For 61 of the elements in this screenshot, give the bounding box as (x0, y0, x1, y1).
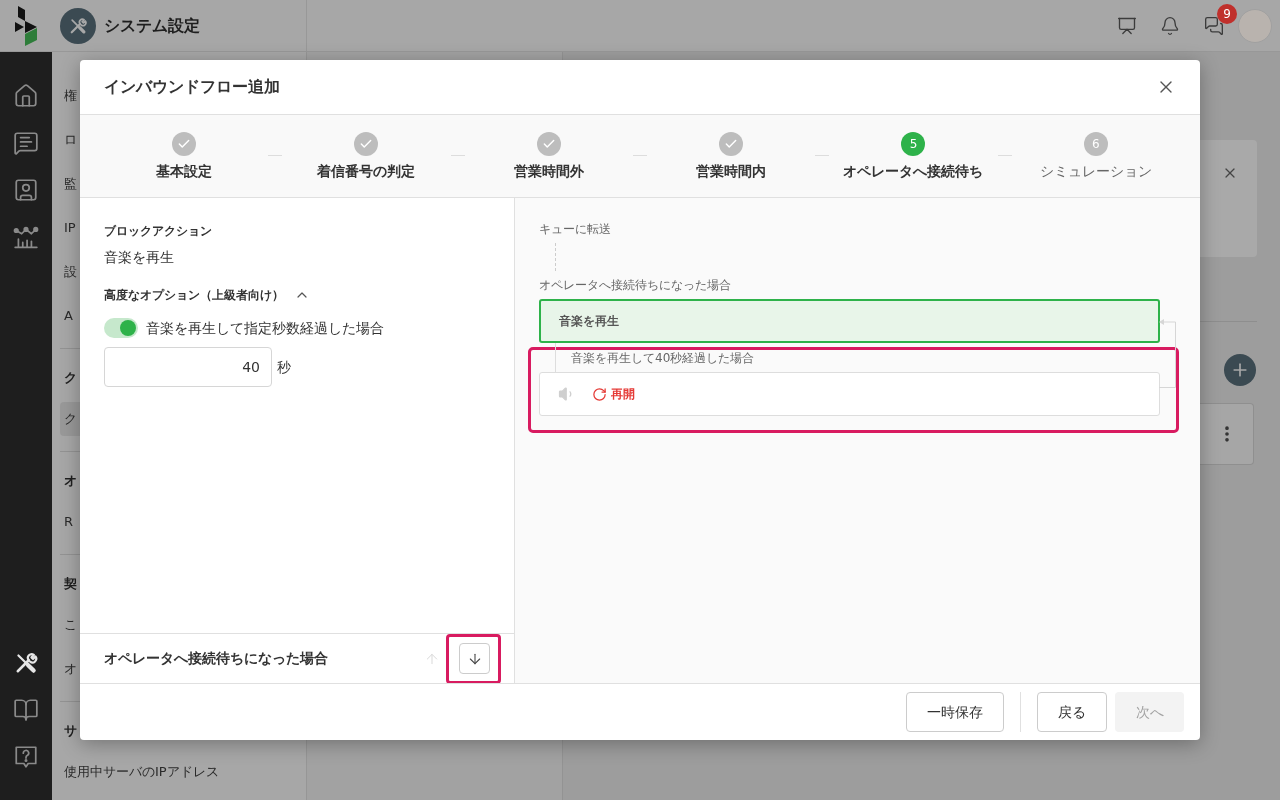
menu-heading: ク (64, 369, 77, 388)
toggle-label: 音楽を再生して指定秒数経過した場合 (146, 319, 384, 338)
step-label: 基本設定 (156, 162, 213, 180)
chat-icon[interactable] (1204, 15, 1224, 36)
branch-label: 音楽を再生して40秒経過した場合 (571, 350, 755, 366)
menu-item[interactable]: 設 (60, 255, 80, 289)
field-label: ブロックアクション (104, 223, 213, 239)
add-icon[interactable] (1224, 354, 1256, 386)
step-number: 5 (901, 132, 926, 156)
menu-item[interactable]: R (60, 505, 80, 539)
dialog-title: インバウンドフロー追加 (104, 76, 280, 98)
menu-heading: サ (64, 722, 77, 741)
menu-item[interactable]: こ (60, 608, 80, 642)
move-down-button[interactable] (459, 643, 490, 674)
menu-heading: オ (64, 472, 77, 491)
notification-icon[interactable] (1160, 15, 1180, 36)
step-label: 着信番号の判定 (317, 162, 416, 180)
unit-label: 秒 (277, 357, 291, 377)
tools-badge-icon (60, 7, 96, 44)
help-icon[interactable] (13, 743, 39, 770)
step-label: 営業時間内 (696, 162, 767, 180)
refresh-icon (592, 386, 607, 402)
action-label: 再開 (611, 386, 635, 403)
menu-item[interactable]: 監 (60, 167, 80, 201)
menu-item[interactable]: ク (60, 402, 80, 436)
page-title: システム設定 (104, 14, 200, 37)
check-icon (724, 137, 739, 151)
check-icon (177, 137, 192, 151)
presentation-board-icon[interactable] (1117, 15, 1137, 36)
step-label: 営業時間外 (513, 162, 584, 180)
dashed-connector (555, 243, 556, 271)
step-number: 6 (1083, 132, 1108, 156)
loop-arrow (1159, 317, 1177, 389)
menu-item[interactable]: 権 (60, 79, 80, 113)
menu-heading: 契 (64, 575, 77, 594)
menu-item[interactable]: オ (60, 652, 80, 686)
step-label: シミュレーション (1039, 162, 1152, 180)
menu-item[interactable]: ロ (60, 123, 80, 157)
flow-node-label: キューに転送 (539, 221, 611, 237)
field-value: 音楽を再生 (104, 248, 175, 267)
flow-block[interactable]: 音楽を再生 (539, 299, 1160, 343)
step-label: オペレータへ接続待ち (843, 162, 984, 180)
condition-label: オペレータへ接続待ちになった場合 (539, 277, 731, 293)
message-list-icon[interactable] (13, 129, 39, 156)
footer-button[interactable]: 一時保存 (906, 692, 1004, 732)
logo-icon[interactable] (15, 5, 37, 46)
seconds-input[interactable]: 40 (104, 347, 272, 387)
menu-item[interactable]: A (60, 299, 80, 333)
section-title: オペレータへ接続待ちになった場合 (104, 649, 329, 668)
contact-card-icon[interactable] (13, 176, 39, 203)
menu-item[interactable]: IP (60, 211, 80, 245)
home-icon[interactable] (13, 82, 39, 109)
footer-button[interactable]: 戻る (1037, 692, 1107, 732)
flow-action-card[interactable]: 再開 (539, 372, 1160, 416)
book-icon[interactable] (13, 696, 39, 723)
check-icon (359, 137, 374, 151)
menu-item[interactable]: 使用中サーバのIPアドレス (60, 755, 221, 789)
check-icon (541, 137, 556, 151)
toggle-switch[interactable] (104, 318, 138, 338)
section-toggle-label[interactable]: 高度なオプション（上級者向け） (104, 287, 284, 303)
notification-badge: 9 (1217, 3, 1237, 24)
